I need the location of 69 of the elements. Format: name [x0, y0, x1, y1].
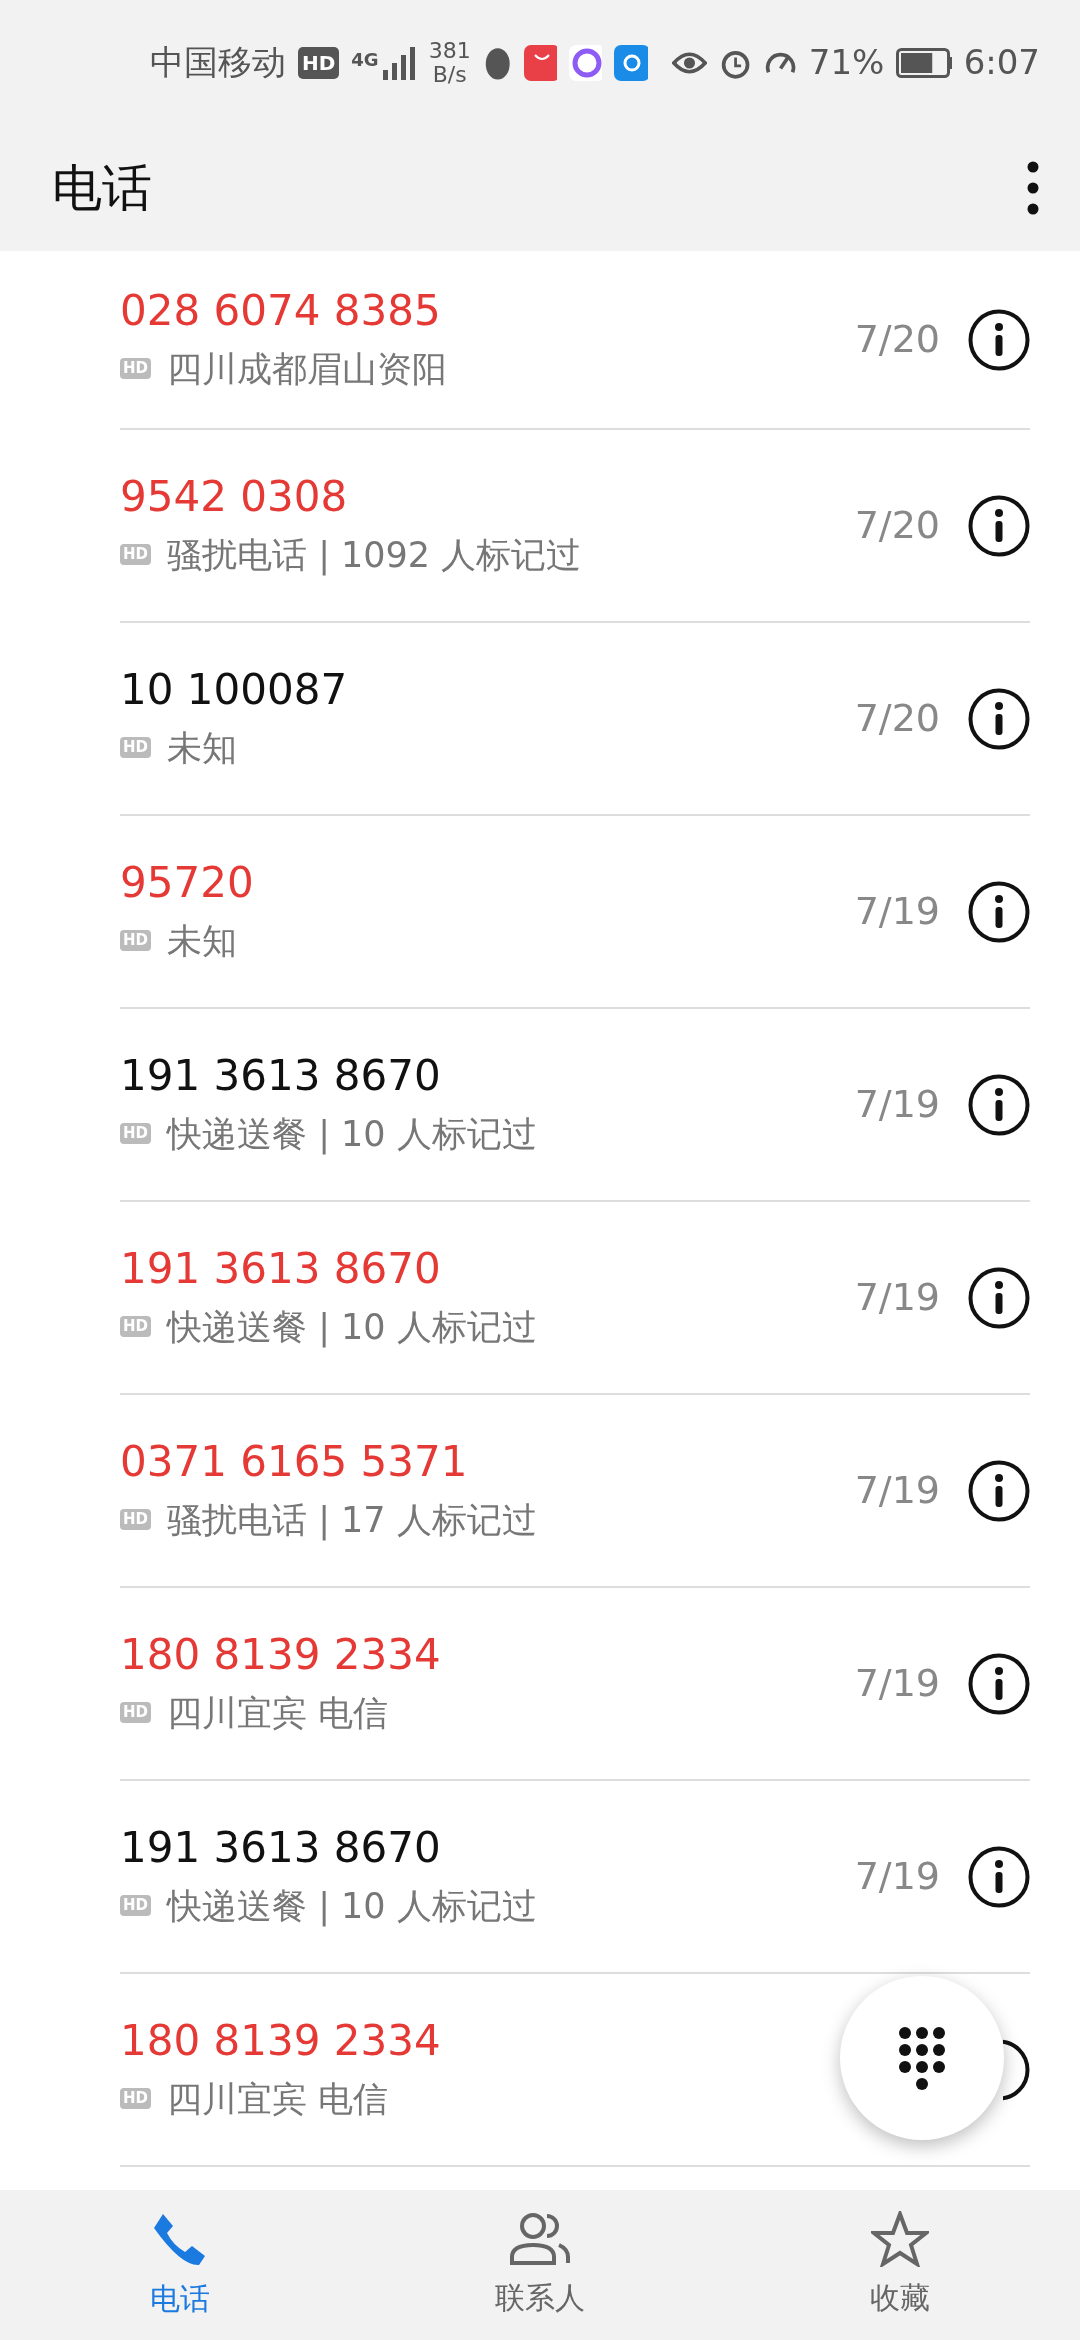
info-icon[interactable] — [968, 1652, 1030, 1715]
caller-info: 骚扰电话 | 17 人标记过 — [167, 1498, 537, 1543]
phone-number: 180 8139 2334 — [120, 1628, 441, 1681]
screen-title: 电话 — [52, 157, 152, 219]
nav-tab[interactable]: 收藏 — [720, 2190, 1080, 2340]
battery-icon — [896, 47, 952, 78]
phone-number: 180 8139 2334 — [120, 2014, 441, 2067]
speed-value: 381 — [428, 39, 471, 63]
call-date: 7/19 — [854, 1274, 940, 1321]
caller-info: 快递送餐 | 10 人标记过 — [167, 1112, 537, 1157]
phone-number: 9542 0308 — [120, 470, 348, 523]
call-date: 7/20 — [854, 695, 940, 742]
caller-info: 四川成都眉山资阳 — [167, 347, 447, 391]
info-icon[interactable] — [968, 1459, 1030, 1522]
dialpad-icon — [897, 2024, 947, 2092]
info-icon[interactable] — [968, 1845, 1030, 1908]
phone-number: 028 6074 8385 — [120, 284, 441, 337]
speed-unit: B/s — [431, 62, 468, 86]
phone-number: 0371 6165 5371 — [120, 1435, 468, 1488]
hd-icon: HD — [120, 544, 151, 566]
hd-icon: HD — [120, 358, 151, 380]
call-date: 7/19 — [854, 1853, 940, 1900]
eye-icon — [671, 49, 707, 76]
hd-icon: HD — [120, 930, 151, 952]
hd-indicator: HD — [298, 46, 340, 79]
more-options-icon[interactable] — [1026, 160, 1040, 216]
phone-number: 95720 — [120, 856, 254, 909]
info-icon[interactable] — [968, 1073, 1030, 1136]
info-icon[interactable] — [968, 687, 1030, 750]
info-icon[interactable] — [968, 494, 1030, 557]
caller-info: 快递送餐 | 10 人标记过 — [167, 1884, 537, 1929]
call-date: 7/19 — [854, 1081, 940, 1128]
hd-icon: HD — [120, 737, 151, 759]
dialpad-button[interactable] — [840, 1976, 1004, 2140]
info-icon[interactable] — [1003, 2038, 1030, 2101]
call-date: 7/20 — [854, 316, 940, 363]
info-icon[interactable] — [968, 880, 1030, 943]
contacts-icon — [509, 2210, 571, 2267]
caller-info: 未知 — [167, 726, 237, 770]
caller-info: 四川宜宾 电信 — [167, 1691, 389, 1735]
hd-icon: HD — [120, 1509, 151, 1531]
caller-info: 四川宜宾 电信 — [167, 2077, 389, 2121]
call-date: 7/19 — [854, 888, 940, 935]
caller-info: 快递送餐 | 10 人标记过 — [167, 1305, 537, 1350]
caller-info: 未知 — [167, 919, 237, 963]
nav-tab[interactable]: 电话 — [0, 2190, 360, 2340]
phone-number: 10 100087 — [120, 663, 348, 716]
nav-tab[interactable]: 联系人 — [360, 2190, 720, 2340]
call-date: 7/20 — [854, 502, 940, 549]
call-date: 7/19 — [854, 1660, 940, 1707]
caller-info: 骚扰电话 | 1092 人标记过 — [167, 533, 582, 578]
carrier-name: 中国移动 — [150, 41, 286, 84]
hd-icon: HD — [120, 1123, 151, 1145]
star-icon — [871, 2210, 929, 2267]
phone-number: 191 3613 8670 — [120, 1242, 441, 1295]
hd-icon: HD — [120, 1316, 151, 1338]
call-date: 7/19 — [854, 1467, 940, 1514]
battery-percent: 71% — [808, 41, 885, 84]
hd-icon: HD — [120, 1702, 151, 1724]
info-icon[interactable] — [968, 308, 1030, 371]
clock-time: 6:07 — [963, 41, 1040, 84]
hd-icon: HD — [120, 2088, 151, 2110]
phone-number: 191 3613 8670 — [120, 1821, 441, 1874]
shopping-bag-icon — [524, 44, 558, 81]
signal-icon — [382, 45, 417, 80]
info-icon[interactable] — [968, 1266, 1030, 1329]
network-type: 4G — [351, 47, 379, 72]
phone-number: 191 3613 8670 — [120, 1049, 441, 1102]
hd-icon: HD — [120, 1895, 151, 1917]
